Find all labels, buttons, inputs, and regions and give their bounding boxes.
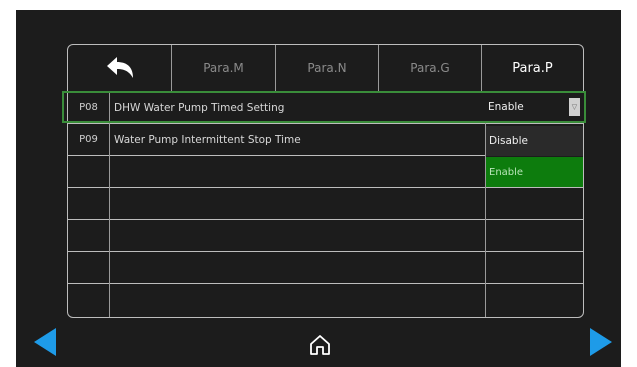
home-icon: [310, 335, 330, 355]
tab-para-g[interactable]: Para.G: [379, 45, 481, 91]
divider: [275, 45, 276, 91]
tab-para-n[interactable]: Para.N: [276, 45, 378, 91]
param-name[interactable]: Water Pump Intermittent Stop Time: [114, 124, 474, 155]
row-divider: [68, 219, 583, 220]
option-disable[interactable]: Disable: [486, 126, 583, 156]
row-divider: [68, 251, 583, 252]
back-arrow-icon: [106, 57, 133, 78]
divider: [481, 45, 482, 91]
divider: [171, 45, 172, 91]
select-value: Enable: [488, 101, 524, 113]
divider: [378, 45, 379, 91]
tab-para-p[interactable]: Para.P: [482, 45, 583, 91]
prev-page-icon[interactable]: [34, 328, 56, 356]
column-divider: [109, 91, 110, 317]
chevron-down-icon[interactable]: ▽: [569, 98, 580, 116]
row-divider: [68, 187, 583, 188]
next-page-icon[interactable]: [590, 328, 612, 356]
screen: Para.M Para.N Para.G Para.P P08 DHW Wate…: [16, 10, 621, 367]
tab-para-m[interactable]: Para.M: [172, 45, 275, 91]
column-divider: [485, 91, 486, 317]
option-enable[interactable]: Enable: [486, 157, 583, 187]
row-divider: [68, 283, 583, 284]
back-button[interactable]: [68, 45, 171, 91]
home-button[interactable]: [308, 333, 332, 357]
param-code: P09: [79, 134, 98, 145]
value-select[interactable]: Enable ▽: [485, 93, 584, 121]
